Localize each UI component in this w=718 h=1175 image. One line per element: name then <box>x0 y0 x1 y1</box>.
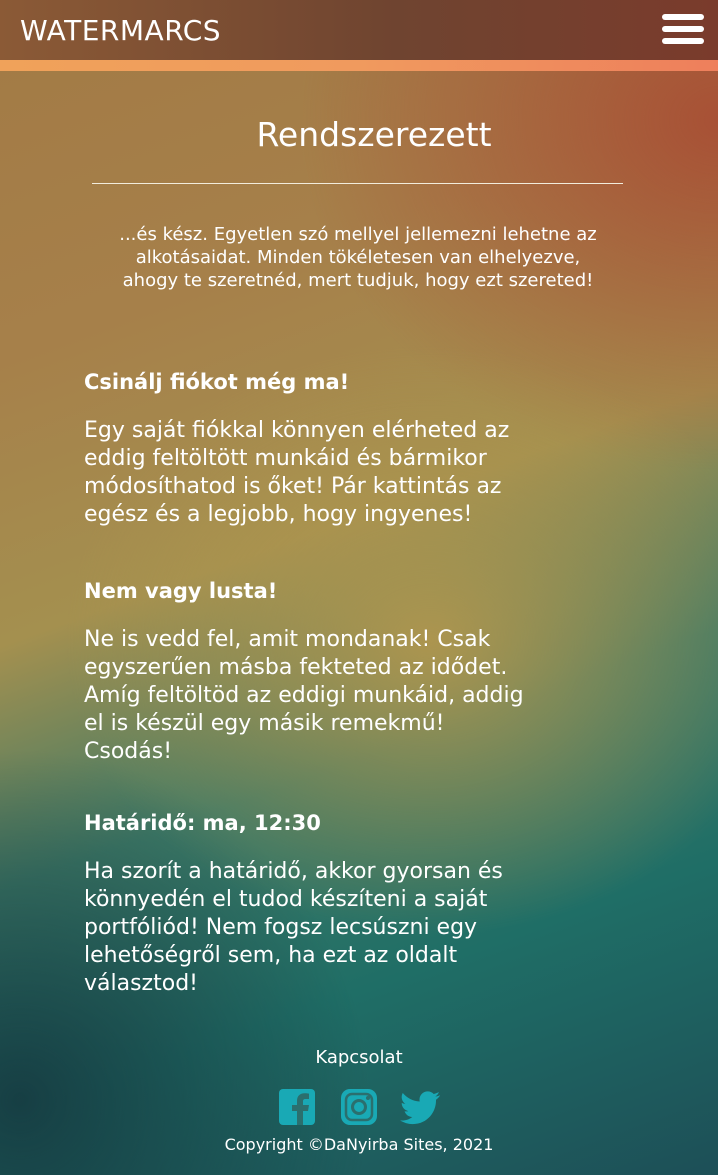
header-accent-bar <box>0 60 718 71</box>
hero-title: Rendszerezett <box>256 115 492 154</box>
feature-text: Egy saját fiókkal könnyen elérheted az e… <box>84 418 510 527</box>
instagram-icon[interactable] <box>339 1087 379 1127</box>
facebook-icon[interactable] <box>277 1087 317 1127</box>
twitter-icon[interactable] <box>400 1087 440 1127</box>
feature-text: Ha szorít a határidő, akkor gyorsan és k… <box>84 859 503 996</box>
feature-title: Csinálj fiókot még ma! <box>84 370 350 394</box>
feature-title: Határidő: ma, 12:30 <box>84 811 321 835</box>
contact-link[interactable]: Kapcsolat <box>0 1047 718 1068</box>
hamburger-menu-icon-bar <box>662 26 704 32</box>
hamburger-menu-icon-bar <box>662 38 704 44</box>
feature-text: Ne is vedd fel, amit mondanak! Csak egys… <box>84 627 524 764</box>
feature-title: Nem vagy lusta! <box>84 579 278 603</box>
feature-section-account: Csinálj fiókot még ma! Egy saját fiókkal… <box>84 369 524 529</box>
site-logo[interactable]: WATERMARCS <box>20 14 221 47</box>
feature-section-deadline: Határidő: ma, 12:30 Ha szorít a határidő… <box>84 810 524 998</box>
hero-divider <box>92 183 623 184</box>
hamburger-menu-button[interactable] <box>662 14 706 46</box>
hero-text: ...és kész. Egyetlen szó mellyel jelleme… <box>119 224 597 291</box>
feature-section-lazy: Nem vagy lusta! Ne is vedd fel, amit mon… <box>84 578 524 766</box>
hamburger-menu-icon <box>662 14 704 20</box>
copyright-text: Copyright ©DaNyirba Sites, 2021 <box>224 1135 494 1154</box>
top-header: WATERMARCS <box>0 0 718 60</box>
